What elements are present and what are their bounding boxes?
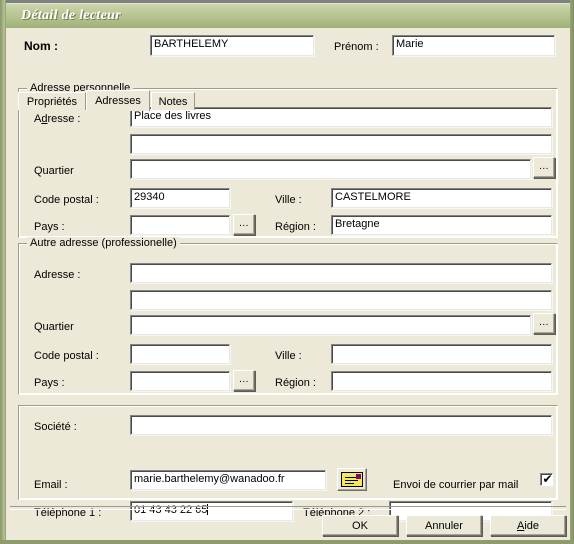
- professional-ville-label: Ville :: [275, 350, 302, 362]
- personal-pays-input[interactable]: [130, 215, 230, 235]
- email-label: Email :: [34, 479, 68, 491]
- professional-region-input[interactable]: [331, 371, 552, 391]
- nom-input[interactable]: BARTHELEMY: [150, 35, 314, 56]
- professional-pays-input[interactable]: [130, 371, 230, 391]
- tab-notes[interactable]: Notes: [151, 92, 195, 110]
- professional-pays-browse-button[interactable]: ...: [233, 370, 255, 391]
- help-button-rest: ide: [524, 519, 540, 532]
- societe-input[interactable]: [130, 415, 552, 435]
- professional-ville-input[interactable]: [331, 344, 552, 364]
- personal-ville-label: Ville :: [275, 194, 302, 206]
- ok-button[interactable]: OK: [322, 515, 398, 536]
- window-right-edge: [570, 0, 574, 544]
- envelope-line-2: [345, 480, 358, 481]
- cancel-button[interactable]: Annuler: [406, 515, 482, 536]
- personal-quartier-browse-button[interactable]: ...: [533, 157, 555, 178]
- envelope-line-3: [345, 483, 354, 484]
- professional-pays-label: Pays :: [34, 377, 65, 389]
- personal-adresse-label: Adresse :: [34, 112, 80, 126]
- personal-code-postal-label: Code postal :: [34, 194, 99, 206]
- send-mail-button[interactable]: [337, 468, 367, 491]
- professional-code-postal-input[interactable]: [130, 344, 230, 364]
- envelope-stamp-icon: [356, 474, 361, 479]
- professional-address-group-title: Autre adresse (professionelle): [27, 237, 180, 249]
- envoi-courrier-checkbox[interactable]: ✔: [540, 473, 553, 486]
- professional-adresse-line2-input[interactable]: [130, 290, 552, 310]
- tab-proprietes[interactable]: Propriétés: [18, 92, 86, 110]
- personal-quartier-label: Quartier: [34, 165, 74, 177]
- tab-adresses-label: Adresses: [95, 95, 141, 107]
- personal-adresse-label-post: resse :: [47, 113, 81, 125]
- professional-quartier-browse-button[interactable]: ...: [533, 313, 555, 334]
- personal-region-input[interactable]: Bretagne: [331, 215, 552, 235]
- personal-adresse-line2-input[interactable]: [130, 134, 552, 154]
- footer-separator: [10, 506, 566, 510]
- envoi-courrier-label: Envoi de courrier par mail: [393, 479, 519, 491]
- tab-notes-label: Notes: [158, 95, 188, 108]
- personal-region-label: Région :: [275, 221, 316, 233]
- societe-label: Société :: [34, 421, 77, 433]
- tab-proprietes-label: Propriétés: [26, 95, 78, 108]
- personal-code-postal-input[interactable]: 29340: [130, 188, 230, 208]
- dialog-client-area: Nom : BARTHELEMY Prénom : Marie Propriét…: [6, 28, 570, 540]
- nom-label: Nom :: [24, 39, 58, 53]
- envelope-icon: [341, 472, 363, 487]
- professional-region-label: Région :: [275, 377, 316, 389]
- professional-quartier-label: Quartier: [34, 321, 74, 333]
- window-bottom-edge: [0, 540, 574, 544]
- personal-pays-label: Pays :: [34, 221, 65, 233]
- professional-quartier-input[interactable]: [130, 315, 531, 335]
- email-input[interactable]: marie.barthelemy@wanadoo.fr: [130, 470, 326, 490]
- professional-adresse-label: Adresse :: [34, 269, 81, 281]
- personal-quartier-input[interactable]: [130, 159, 531, 179]
- professional-adresse-line1-input[interactable]: [130, 263, 552, 283]
- title-bar[interactable]: Détail de lecteur: [6, 3, 570, 29]
- tab-adresses[interactable]: Adresses: [86, 90, 150, 111]
- help-button[interactable]: Aide: [490, 515, 566, 536]
- professional-code-postal-label: Code postal :: [34, 350, 99, 362]
- checkbox-tick-icon: ✔: [542, 472, 553, 486]
- window-title: Détail de lecteur: [21, 8, 121, 23]
- prenom-label: Prénom :: [334, 41, 379, 53]
- dialog-window: Détail de lecteur Nom : BARTHELEMY Préno…: [0, 0, 574, 544]
- personal-ville-input[interactable]: CASTELMORE: [331, 188, 552, 208]
- telephone1-input[interactable]: 01 43 43 22 65: [130, 501, 293, 521]
- personal-pays-browse-button[interactable]: ...: [233, 214, 255, 235]
- personal-adresse-line1-input[interactable]: Place des livres: [130, 107, 552, 127]
- prenom-input[interactable]: Marie: [392, 35, 555, 56]
